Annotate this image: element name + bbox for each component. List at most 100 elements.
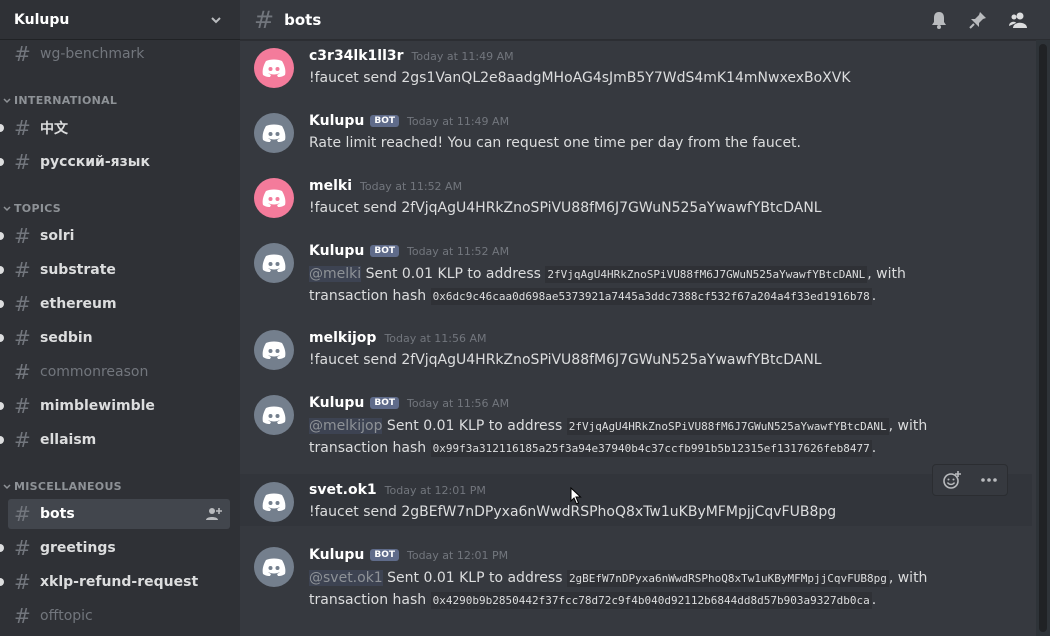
hash-label: transaction hash: [309, 592, 431, 608]
timestamp: Today at 11:49 AM: [411, 49, 514, 63]
channel-greetings[interactable]: # greetings: [0, 533, 230, 563]
hash-icon: #: [14, 326, 31, 350]
channel-substrate[interactable]: # substrate: [0, 255, 230, 285]
channel-name: bots: [40, 506, 75, 522]
end-text: .: [871, 592, 877, 608]
message-header: melki Today at 11:52 AM: [309, 178, 462, 194]
message-header: c3r34lk1ll3r Today at 11:49 AM: [309, 48, 514, 64]
avatar[interactable]: [254, 482, 294, 522]
message-header: svet.ok1 Today at 12:01 PM: [309, 482, 486, 498]
channel-offtopic[interactable]: # offtopic: [8, 601, 230, 631]
hash-icon: #: [14, 604, 31, 628]
username[interactable]: c3r34lk1ll3r: [309, 48, 404, 64]
message-header: Kulupu BOT Today at 11:56 AM: [309, 395, 509, 411]
unread-indicator: [0, 124, 4, 132]
hash-icon: #: [14, 360, 31, 384]
category-miscellaneous[interactable]: MISCELLANEOUS: [2, 480, 122, 493]
discord-logo-icon: [262, 493, 286, 511]
avatar[interactable]: [254, 48, 294, 88]
avatar[interactable]: [254, 113, 294, 153]
guild-header[interactable]: Kulupu: [0, 0, 240, 40]
channel-bots[interactable]: # bots: [8, 499, 230, 529]
channel-name: ethereum: [40, 296, 117, 312]
channel-name: xklp-refund-request: [40, 574, 199, 590]
message-text: !faucet send 2fVjqAgU4HRkZnoSPiVU88fM6J7…: [309, 352, 822, 368]
channel-name: ellaism: [40, 432, 97, 448]
avatar[interactable]: [254, 395, 294, 435]
unread-indicator: [0, 266, 4, 274]
avatar[interactable]: [254, 178, 294, 218]
channel-name: mimblewimble: [40, 398, 155, 414]
channel-commonreason[interactable]: # commonreason: [8, 357, 230, 387]
message[interactable]: melkijop Today at 11:56 AM !faucet send …: [240, 330, 1032, 380]
channel-ethereum[interactable]: # ethereum: [0, 289, 230, 319]
with-text: , with: [888, 570, 928, 586]
channel-name: substrate: [40, 262, 116, 278]
message[interactable]: Kulupu BOT Today at 12:01 PM @svet.ok1 S…: [240, 547, 1032, 613]
hash-icon: #: [14, 116, 31, 140]
address-code: 2fVjqAgU4HRkZnoSPiVU88fM6J7GWuN525aYwawf…: [545, 266, 868, 283]
message[interactable]: Kulupu BOT Today at 11:56 AM @melkijop S…: [240, 395, 1032, 461]
caret-down-icon: [3, 483, 11, 489]
username[interactable]: svet.ok1: [309, 482, 377, 498]
channel-wg-benchmark[interactable]: # wg-benchmark: [8, 39, 230, 69]
with-text: , with: [867, 266, 906, 282]
avatar[interactable]: [254, 547, 294, 587]
avatar[interactable]: [254, 330, 294, 370]
channel-solri[interactable]: # solri: [0, 221, 230, 251]
user-mention[interactable]: @svet.ok1: [309, 570, 383, 586]
members-icon[interactable]: [1008, 10, 1028, 30]
guild-name: Kulupu: [14, 11, 70, 28]
message-header: melkijop Today at 11:56 AM: [309, 330, 487, 346]
unread-indicator: [0, 578, 4, 586]
channel-mimblewimble[interactable]: # mimblewimble: [0, 391, 230, 421]
pin-icon[interactable]: [968, 10, 988, 30]
user-mention[interactable]: @melkijop: [309, 418, 383, 434]
caret-down-icon: [3, 205, 11, 211]
channel-name: wg-benchmark: [40, 46, 145, 62]
channel-ellaism[interactable]: # ellaism: [0, 425, 230, 455]
username[interactable]: melki: [309, 178, 352, 194]
message[interactable]: svet.ok1 Today at 12:01 PM !faucet send …: [240, 464, 1032, 526]
message-line: transaction hash 0x6dc9c46caa0d698ae5373…: [309, 285, 876, 308]
username[interactable]: melkijop: [309, 330, 376, 346]
username[interactable]: Kulupu: [309, 243, 364, 259]
unread-indicator: [0, 232, 4, 240]
channel-title: bots: [284, 10, 322, 29]
hash-icon: #: [14, 570, 31, 594]
channel-name: greetings: [40, 540, 116, 556]
bell-icon[interactable]: [929, 10, 949, 30]
hash-icon: #: [14, 292, 31, 316]
timestamp: Today at 11:52 AM: [360, 179, 463, 193]
add-reaction-icon[interactable]: [942, 470, 962, 490]
username[interactable]: Kulupu: [309, 113, 364, 129]
category-topics[interactable]: TOPICS: [2, 202, 61, 215]
message-header: Kulupu BOT Today at 12:01 PM: [309, 547, 508, 563]
category-international[interactable]: INTERNATIONAL: [2, 94, 117, 107]
more-options-icon[interactable]: [979, 470, 999, 490]
channel-name: 中文: [40, 121, 68, 137]
message-header: Kulupu BOT Today at 11:49 AM: [309, 113, 509, 129]
message[interactable]: melki Today at 11:52 AM !faucet send 2fV…: [240, 178, 1032, 228]
user-mention[interactable]: @melki: [309, 266, 362, 282]
channel-russkiy-yazyk[interactable]: # русский-язык: [0, 147, 230, 177]
hash-icon: #: [14, 150, 31, 174]
message-toolbar: [932, 464, 1008, 496]
discord-logo-icon: [262, 189, 286, 207]
add-member-icon[interactable]: [206, 506, 222, 522]
category-label: TOPICS: [14, 202, 62, 215]
avatar[interactable]: [254, 243, 294, 283]
discord-logo-icon: [262, 341, 286, 359]
address-code: 2fVjqAgU4HRkZnoSPiVU88fM6J7GWuN525aYwawf…: [566, 418, 889, 435]
channel-xklp-refund-request[interactable]: # xklp-refund-request: [0, 567, 230, 597]
message[interactable]: c3r34lk1ll3r Today at 11:49 AM !faucet s…: [240, 48, 1032, 98]
channel-zhongwen[interactable]: # 中文: [0, 113, 230, 143]
message[interactable]: Kulupu BOT Today at 11:52 AM @melki Sent…: [240, 243, 1032, 309]
username[interactable]: Kulupu: [309, 547, 364, 563]
channel-sedbin[interactable]: # sedbin: [0, 323, 230, 353]
username[interactable]: Kulupu: [309, 395, 364, 411]
hash-code: 0x99f3a312116185a25f3a94e37940b4c37ccfb9…: [430, 440, 872, 457]
unread-indicator: [0, 402, 4, 410]
message[interactable]: Kulupu BOT Today at 11:49 AM Rate limit …: [240, 113, 1032, 163]
scrollbar-thumb[interactable]: [1039, 44, 1047, 632]
